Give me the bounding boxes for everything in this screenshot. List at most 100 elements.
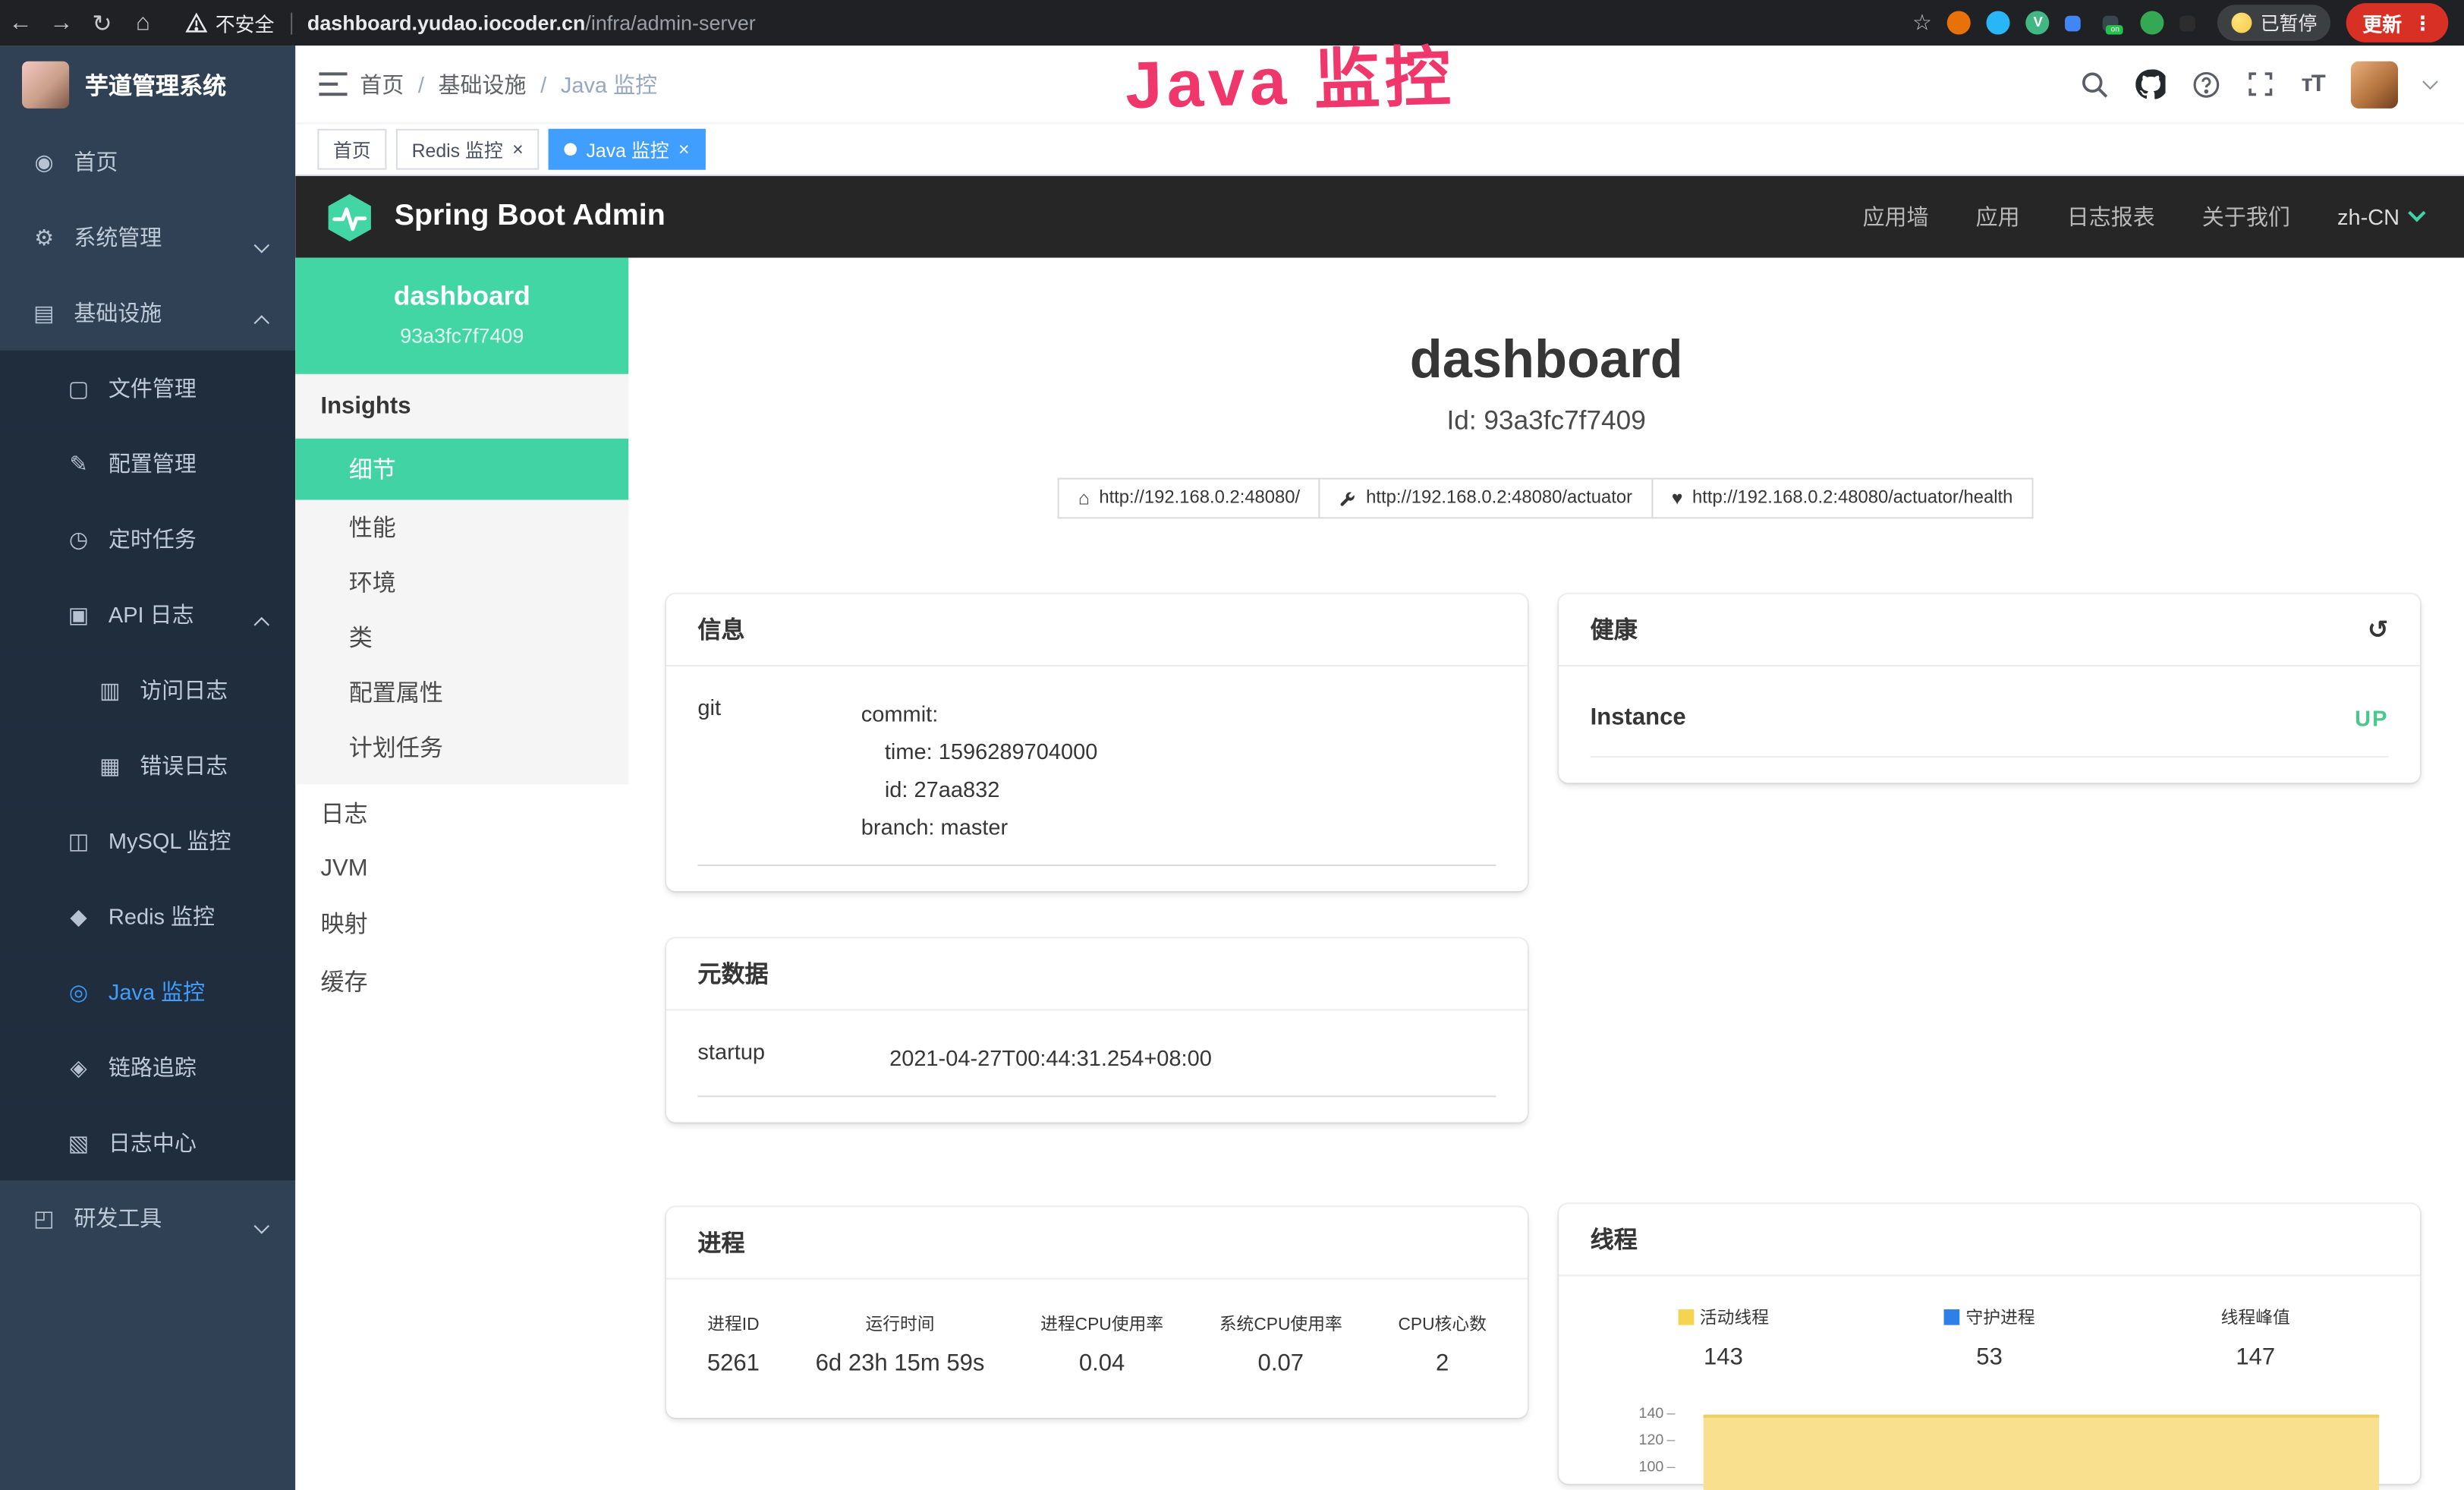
sba-item-logs[interactable]: 日志: [295, 784, 628, 843]
sidebar-item-config[interactable]: ✎ 配置管理: [0, 426, 295, 501]
breadcrumb-infra[interactable]: 基础设施: [439, 68, 527, 99]
sba-item-scheduled-tasks[interactable]: 计划任务: [295, 720, 628, 774]
tab-redis-monitor[interactable]: Redis 监控 ×: [396, 129, 540, 170]
infrastructure-icon: ▤: [31, 299, 56, 326]
forward-icon[interactable]: →: [41, 9, 82, 36]
sidebar-item-tracing[interactable]: ◈ 链路追踪: [0, 1029, 295, 1104]
user-avatar[interactable]: [2351, 61, 2398, 108]
update-button[interactable]: 更新 ⋮: [2347, 3, 2449, 43]
sidebar-item-log-center[interactable]: ▧ 日志中心: [0, 1105, 295, 1180]
paused-label: 已暂停: [2261, 9, 2318, 36]
sba-nav-about[interactable]: 关于我们: [2202, 201, 2290, 232]
process-stat: 系统CPU使用率 0.07: [1219, 1311, 1342, 1377]
sba-app-header[interactable]: dashboard 93a3fc7f7409: [295, 258, 628, 374]
health-instance-row[interactable]: Instance UP: [1591, 695, 2389, 758]
back-icon[interactable]: ←: [0, 9, 41, 36]
legend-peak-threads: 线程峰值 147: [2123, 1305, 2389, 1371]
help-icon[interactable]: [2193, 70, 2221, 98]
chevron-down-icon: [254, 1218, 269, 1233]
sba-item-caches[interactable]: 缓存: [295, 953, 628, 1011]
sba-navbar: Spring Boot Admin 应用墙 应用 日志报表 关于我们 zh-CN: [295, 176, 2464, 258]
fullscreen-icon[interactable]: [2248, 71, 2274, 97]
history-icon[interactable]: ↺: [2368, 614, 2389, 645]
sba-item-configprops[interactable]: 配置属性: [295, 665, 628, 720]
home-icon[interactable]: ⌂: [123, 9, 164, 36]
sidebar-item-api-log[interactable]: ▣ API 日志: [0, 577, 295, 652]
extension-icon-green[interactable]: [2141, 11, 2164, 34]
avatar-caret-icon[interactable]: [2422, 74, 2437, 90]
extension-icon-grid[interactable]: [2066, 15, 2082, 31]
app-logo[interactable]: 芋道管理系统: [0, 46, 295, 124]
threads-legend: 活动线程 143 守护进程 53: [1591, 1305, 2389, 1371]
extension-icon-dark[interactable]: [2180, 15, 2196, 31]
sba-locale-select[interactable]: zh-CN: [2337, 204, 2423, 229]
app-title: dashboard: [628, 330, 2464, 392]
extension-icon-proxy[interactable]: on: [2104, 15, 2119, 31]
sba-nav-journal[interactable]: 日志报表: [2067, 201, 2155, 232]
app-logo-title: 芋道管理系统: [85, 68, 226, 101]
spring-boot-admin: Spring Boot Admin 应用墙 应用 日志报表 关于我们 zh-CN…: [295, 176, 2464, 1490]
github-icon[interactable]: [2136, 69, 2166, 99]
sidebar-item-java-monitor[interactable]: ◎ Java 监控: [0, 954, 295, 1029]
log-center-icon: ▧: [66, 1129, 91, 1156]
actuator-url-link[interactable]: http://192.168.0.2:48080/actuator: [1319, 478, 1653, 519]
health-url-link[interactable]: ♥ http://192.168.0.2:48080/actuator/heal…: [1651, 478, 2033, 519]
sba-nav-applications[interactable]: 应用: [1976, 201, 2020, 232]
legend-swatch-daemon: [1944, 1309, 1960, 1325]
cards-col-left: 信息 git commit: time: 1596289704000 id: 2…: [666, 594, 1528, 1484]
tags-view: 首页 Redis 监控 × Java 监控 ×: [295, 123, 2464, 176]
process-stats-row: 进程ID 5261 运行时间 6d 23h 15m 59s 进程CPU使用率 0…: [697, 1308, 1496, 1393]
sba-brand-title[interactable]: Spring Boot Admin: [395, 200, 666, 235]
address-bar[interactable]: dashboard.yudao.iocoder.cn/infra/admin-s…: [307, 11, 756, 34]
sidebar-item-error-log[interactable]: ▦ 错误日志: [0, 728, 295, 803]
sba-section-insights: Insights: [295, 374, 628, 439]
sidebar-item-mysql[interactable]: ◫ MySQL 监控: [0, 803, 295, 878]
sba-item-classes[interactable]: 类: [295, 610, 628, 664]
bookmark-star-icon[interactable]: ☆: [1912, 9, 1932, 36]
close-icon[interactable]: ×: [678, 140, 690, 159]
sba-item-metrics[interactable]: 性能: [295, 500, 628, 555]
extension-icon-vue[interactable]: V: [2026, 11, 2050, 34]
sba-item-environment[interactable]: 环境: [295, 555, 628, 610]
tab-home[interactable]: 首页: [317, 129, 386, 170]
cards-col-right: 健康 ↺ Instance UP 线程: [1559, 594, 2420, 1484]
threads-card: 线程 活动线程 143: [1559, 1204, 2420, 1484]
close-icon[interactable]: ×: [512, 140, 524, 159]
legend-live-threads: 活动线程 143: [1591, 1305, 1857, 1371]
sidebar-item-files[interactable]: ▢ 文件管理: [0, 351, 295, 426]
paused-badge[interactable]: 已暂停: [2218, 5, 2331, 41]
reload-icon[interactable]: ↻: [82, 8, 123, 36]
sidebar-item-access-log[interactable]: ▥ 访问日志: [0, 652, 295, 727]
sba-item-jvm[interactable]: JVM: [295, 843, 628, 894]
sba-item-mappings[interactable]: 映射: [295, 894, 628, 953]
font-size-icon[interactable]: тT: [2302, 71, 2324, 97]
sidebar-item-jobs[interactable]: ◷ 定时任务: [0, 502, 295, 577]
kebab-menu-icon[interactable]: ⋮: [2413, 11, 2433, 34]
tab-java-monitor[interactable]: Java 监控 ×: [549, 129, 705, 170]
sidebar-item-redis[interactable]: ◆ Redis 监控: [0, 879, 295, 954]
java-monitor-icon: ◎: [66, 978, 91, 1005]
header-actions: тT: [2082, 61, 2464, 108]
sba-logo-icon: [324, 191, 376, 243]
sidebar-item-infra[interactable]: ▤ 基础设施: [0, 275, 295, 350]
status-badge: UP: [2355, 705, 2388, 730]
sba-nav-wallboard[interactable]: 应用墙: [1863, 201, 1929, 232]
extension-icon-teal[interactable]: [1987, 11, 2010, 34]
search-icon[interactable]: [2082, 70, 2110, 98]
sba-item-details[interactable]: 细节: [295, 439, 628, 500]
cards-grid: 信息 git commit: time: 1596289704000 id: 2…: [628, 518, 2464, 1483]
sidebar-item-home[interactable]: ◉ 首页: [0, 124, 295, 200]
extension-icon-orange[interactable]: [1948, 11, 1972, 34]
breadcrumb-current: Java 监控: [561, 68, 657, 99]
site-security[interactable]: 不安全: [185, 8, 274, 37]
hamburger-icon[interactable]: [295, 72, 360, 96]
sidebar-item-system[interactable]: ⚙ 系统管理: [0, 200, 295, 275]
browser-chrome: ← → ↻ ⌂ 不安全 dashboard.yudao.iocoder.cn/i…: [0, 0, 2464, 46]
process-stat: 进程ID 5261: [707, 1311, 760, 1377]
breadcrumb-home[interactable]: 首页: [360, 68, 404, 99]
process-stat: 进程CPU使用率 0.04: [1040, 1311, 1163, 1377]
legend-daemon-threads: 守护进程 53: [1856, 1305, 2123, 1371]
url-host: dashboard.yudao.iocoder.cn: [307, 11, 585, 34]
service-url-link[interactable]: ⌂ http://192.168.0.2:48080/: [1058, 478, 1320, 519]
sidebar-item-devtools[interactable]: ◰ 研发工具: [0, 1180, 295, 1255]
